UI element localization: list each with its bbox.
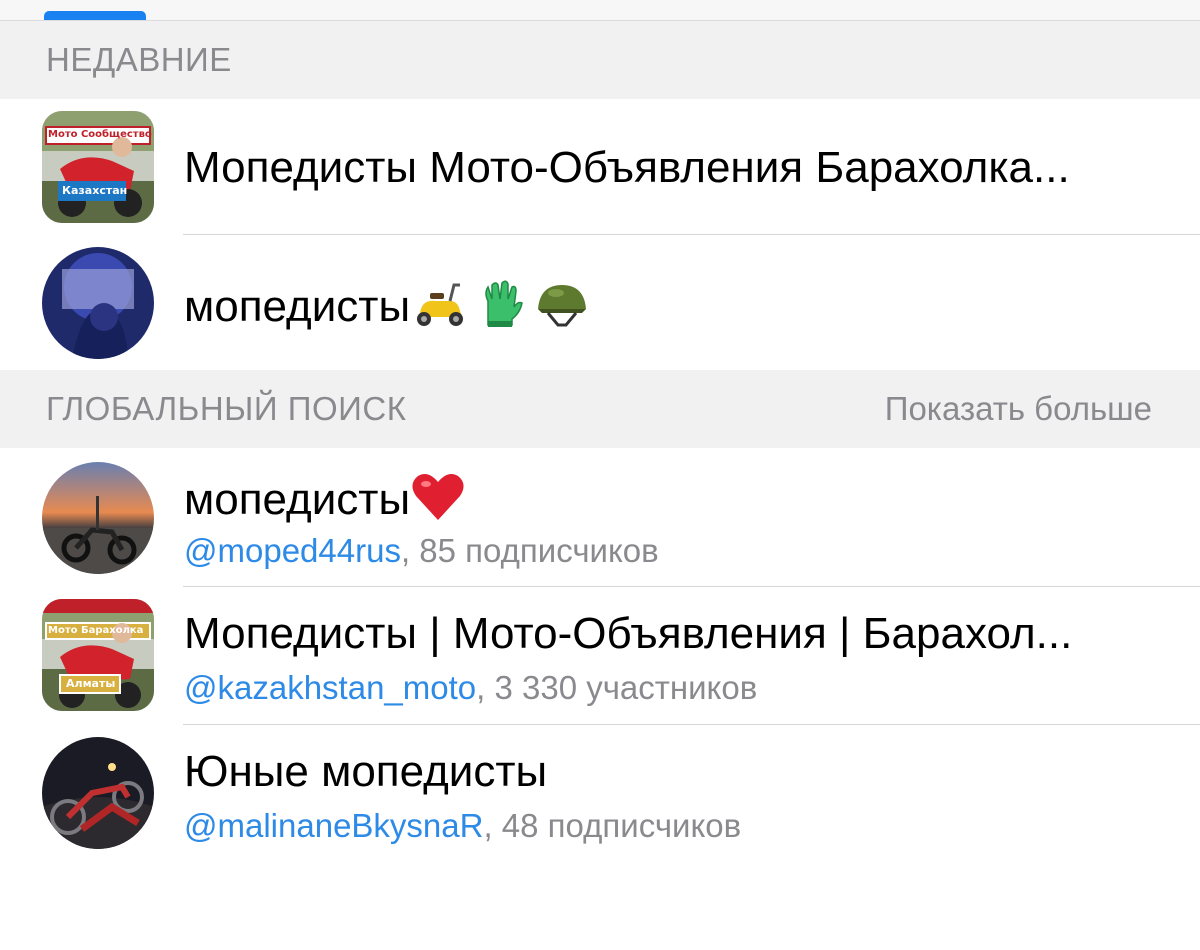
global-search-result[interactable]: мопедисты @moped44rus, 85 подписчиков — [0, 448, 1200, 587]
username-link[interactable]: @moped44rus — [184, 532, 401, 569]
active-tab-indicator — [44, 11, 146, 20]
username-link[interactable]: @malinaneBkysnaR — [184, 807, 483, 844]
avatar-bottom-text: Казахстан — [62, 184, 128, 197]
chat-title: Мопедисты Мото-Объявления Барахолка... — [184, 143, 1070, 192]
channel-avatar: Мото Сообщество Казахстан — [42, 111, 154, 223]
username-link[interactable]: @kazakhstan_moto — [184, 669, 476, 706]
member-count: , 85 подписчиков — [400, 532, 659, 569]
global-search-result[interactable]: Мото Барахолка Алматы Мопедисты | Мото-О… — [0, 587, 1200, 725]
avatar-top-text: Мото Барахолка — [48, 625, 144, 636]
chat-title-text: мопедисты — [184, 282, 411, 332]
recent-item[interactable]: мопедисты — [0, 235, 1200, 370]
tab-strip — [0, 0, 1200, 21]
channel-avatar: Мото Барахолка Алматы — [42, 599, 154, 711]
red-heart-icon — [410, 472, 466, 533]
global-search-section-title: ГЛОБАЛЬНЫЙ ПОИСК — [46, 390, 407, 427]
global-search-section-header: ГЛОБАЛЬНЫЙ ПОИСК Показать больше — [0, 370, 1200, 448]
chat-title: мопедисты — [184, 472, 466, 533]
avatar-bottom-text: Алматы — [66, 677, 116, 690]
member-count: , 48 подписчиков — [483, 807, 742, 844]
scooter-icon — [410, 279, 468, 340]
channel-avatar — [42, 247, 154, 359]
member-count: , 3 330 участников — [476, 669, 758, 706]
glove-icon — [478, 279, 524, 340]
global-search-result[interactable]: Юные мопедисты @malinaneBkysnaR, 48 подп… — [0, 725, 1200, 865]
show-more-button[interactable]: Показать больше — [885, 390, 1152, 428]
chat-title: мопедисты — [184, 279, 590, 340]
channel-avatar — [42, 462, 154, 574]
recent-item[interactable]: Мото Сообщество Казахстан Мопедисты Мото… — [0, 99, 1200, 235]
helmet-icon — [534, 279, 590, 340]
channel-avatar — [42, 737, 154, 849]
recent-section-header: НЕДАВНИЕ — [0, 21, 1200, 99]
chat-title: Мопедисты | Мото-Объявления | Барахол... — [184, 609, 1073, 658]
chat-title: Юные мопедисты — [184, 747, 548, 796]
chat-subtitle: @malinaneBkysnaR, 48 подписчиков — [184, 807, 741, 845]
recent-section-title: НЕДАВНИЕ — [46, 41, 232, 78]
chat-title-text: мопедисты — [184, 475, 411, 525]
chat-subtitle: @kazakhstan_moto, 3 330 участников — [184, 669, 757, 707]
chat-subtitle: @moped44rus, 85 подписчиков — [184, 532, 659, 570]
avatar-top-text: Мото Сообщество — [48, 129, 152, 140]
